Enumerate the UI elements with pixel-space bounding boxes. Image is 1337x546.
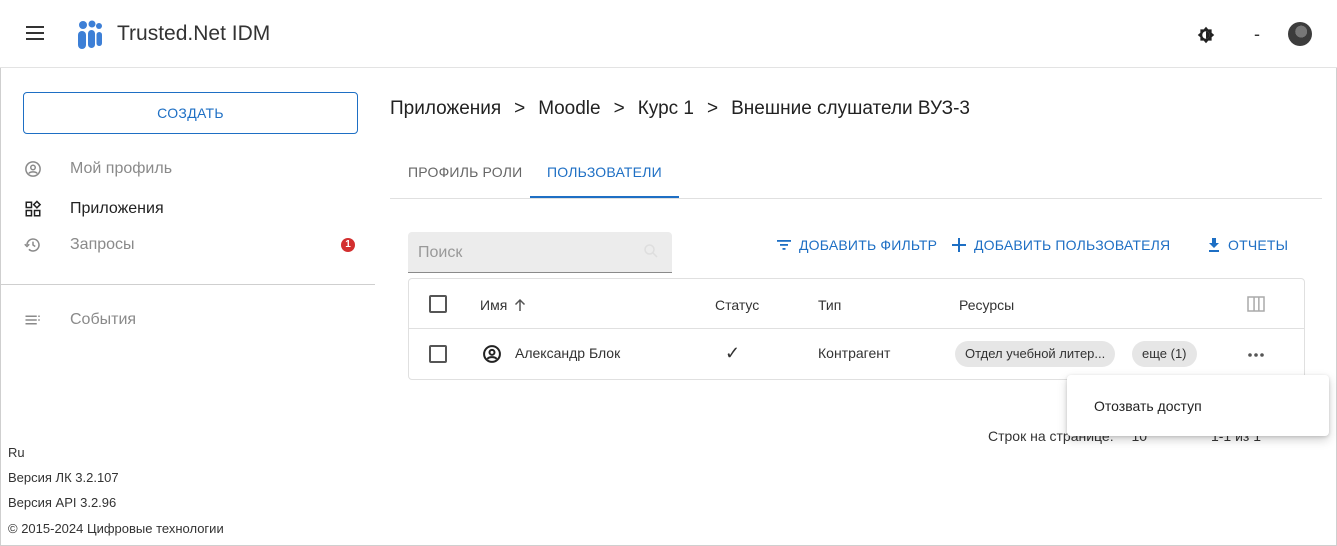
column-name-label: Имя <box>480 297 508 313</box>
language-switch[interactable]: Ru <box>8 445 25 460</box>
sidebar-item-profile[interactable]: Мой профиль <box>24 155 369 183</box>
more-options-icon[interactable] <box>1247 352 1265 358</box>
menu-icon[interactable] <box>26 25 44 41</box>
revoke-access-menu-item[interactable]: Отозвать доступ <box>1094 398 1202 414</box>
account-circle-icon <box>25 161 41 177</box>
app-title: Trusted.Net IDM <box>117 22 271 45</box>
tabs: ПРОФИЛЬ РОЛИ ПОЛЬЗОВАТЕЛИ <box>390 150 1322 199</box>
columns-icon[interactable] <box>1247 296 1265 312</box>
copyright: © 2015-2024 Цифровые технологии <box>8 521 224 536</box>
plus-icon <box>952 238 966 252</box>
column-resources-header: Ресурсы <box>959 297 1015 313</box>
reports-label: ОТЧЕТЫ <box>1228 237 1289 253</box>
select-all-checkbox[interactable] <box>429 295 447 313</box>
search-input[interactable] <box>418 242 618 264</box>
theme-toggle-icon[interactable] <box>1197 26 1215 44</box>
breadcrumb-item-group: Внешние слушатели ВУЗ-3 <box>731 98 970 119</box>
users-table: Имя Статус Тип Ресурсы Александр Блок ✓ … <box>408 278 1305 380</box>
breadcrumb-separator: > <box>514 98 526 119</box>
sidebar-item-label: Запросы <box>70 236 135 253</box>
avatar[interactable] <box>1288 22 1312 46</box>
breadcrumb-item-moodle[interactable]: Moodle <box>538 98 600 120</box>
search-icon <box>644 244 658 258</box>
version-api: Версия API 3.2.96 <box>8 495 117 510</box>
breadcrumb-separator: > <box>613 98 625 119</box>
sidebar-item-events[interactable]: События <box>24 306 369 334</box>
requests-badge: 1 <box>341 238 355 252</box>
breadcrumb-separator: > <box>707 98 719 119</box>
sidebar-divider <box>0 284 375 285</box>
reports-button[interactable]: ОТЧЕТЫ <box>1208 236 1288 254</box>
sidebar-item-label: Мой профиль <box>70 160 173 177</box>
more-resources-chip[interactable]: еще (1) <box>1132 341 1197 367</box>
version-lk: Версия ЛК 3.2.107 <box>8 470 119 485</box>
add-filter-label: ДОБАВИТЬ ФИЛЬТР <box>799 237 938 253</box>
breadcrumb: Приложения > Moodle > Курс 1 > Внешние с… <box>390 98 970 120</box>
logo-icon <box>78 20 102 49</box>
sidebar: СОЗДАТЬ Мой профиль Приложения Запросы 1 <box>0 69 375 546</box>
search-field[interactable] <box>408 232 672 273</box>
sort-ascending-icon[interactable] <box>514 298 526 312</box>
status-check-icon: ✓ <box>725 343 741 363</box>
add-user-label: ДОБАВИТЬ ПОЛЬЗОВАТЕЛЯ <box>974 237 1171 253</box>
history-icon <box>24 238 40 252</box>
create-button[interactable]: СОЗДАТЬ <box>23 92 358 134</box>
filter-icon <box>777 240 791 250</box>
events-list-icon <box>25 315 40 325</box>
breadcrumb-item-course[interactable]: Курс 1 <box>638 98 694 120</box>
download-icon <box>1209 238 1219 252</box>
user-icon <box>483 345 501 363</box>
sidebar-item-applications[interactable]: Приложения <box>24 195 369 223</box>
add-user-button[interactable]: ДОБАВИТЬ ПОЛЬЗОВАТЕЛЯ <box>952 236 1170 254</box>
tab-role-profile[interactable]: ПРОФИЛЬ РОЛИ <box>408 150 522 198</box>
table-row[interactable]: Александр Блок ✓ Контрагент Отдел учебно… <box>409 330 1304 379</box>
sidebar-item-requests[interactable]: Запросы 1 <box>24 231 369 259</box>
tab-users[interactable]: ПОЛЬЗОВАТЕЛИ <box>530 150 679 198</box>
sidebar-item-label: События <box>70 311 137 328</box>
column-status-header: Статус <box>715 297 760 313</box>
user-name-cell[interactable]: Александр Блок <box>515 345 620 361</box>
app-bar: Trusted.Net IDM - <box>0 0 1337 68</box>
sidebar-item-label: Приложения <box>70 200 164 217</box>
breadcrumb-item-applications[interactable]: Приложения <box>390 98 501 120</box>
row-context-menu: Отозвать доступ <box>1067 375 1329 436</box>
apps-grid-icon <box>25 200 42 217</box>
column-type-header: Тип <box>818 297 842 313</box>
table-header: Имя Статус Тип Ресурсы <box>409 279 1304 329</box>
column-name-header[interactable]: Имя <box>480 297 526 313</box>
user-name[interactable]: - <box>1254 24 1260 45</box>
row-checkbox[interactable] <box>429 345 447 363</box>
user-type-cell: Контрагент <box>818 345 891 361</box>
add-filter-button[interactable]: ДОБАВИТЬ ФИЛЬТР <box>777 236 937 254</box>
resource-chip[interactable]: Отдел учебной литер... <box>955 341 1116 367</box>
